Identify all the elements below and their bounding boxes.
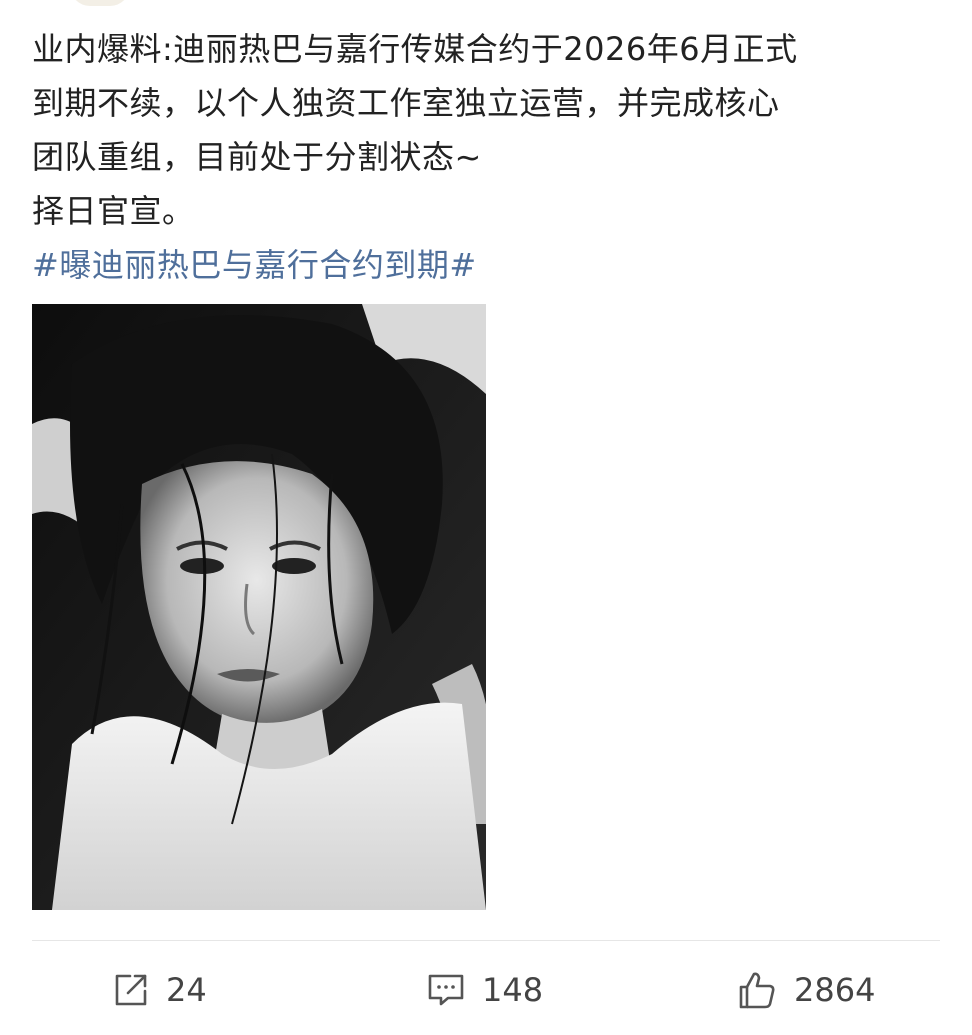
- post-text-line: 择日官宣。: [32, 192, 195, 230]
- like-count: 2864: [794, 971, 876, 1009]
- repost-button[interactable]: 24: [112, 964, 207, 1016]
- like-button[interactable]: 2864: [736, 964, 875, 1016]
- post-text-line: 团队重组，目前处于分割状态~: [32, 138, 482, 176]
- repost-count: 24: [166, 971, 207, 1009]
- post-text-line: 业内爆料:迪丽热巴与嘉行传媒合约于2026年6月正式: [32, 30, 798, 68]
- comment-icon: [426, 971, 466, 1009]
- portrait-photo: [32, 304, 486, 910]
- comment-button[interactable]: 148: [426, 964, 543, 1016]
- thumbs-up-icon: [736, 969, 778, 1011]
- post-image[interactable]: [32, 304, 486, 910]
- repost-icon: [112, 971, 150, 1009]
- divider: [32, 940, 940, 941]
- post-text-line: 到期不续，以个人独资工作室独立运营，并完成核心: [32, 84, 780, 122]
- comment-count: 148: [482, 971, 544, 1009]
- hashtag-link[interactable]: #曝迪丽热巴与嘉行合约到期#: [32, 246, 477, 284]
- post-body: 业内爆料:迪丽热巴与嘉行传媒合约于2026年6月正式 到期不续，以个人独资工作室…: [32, 22, 932, 292]
- avatar[interactable]: [70, 0, 130, 6]
